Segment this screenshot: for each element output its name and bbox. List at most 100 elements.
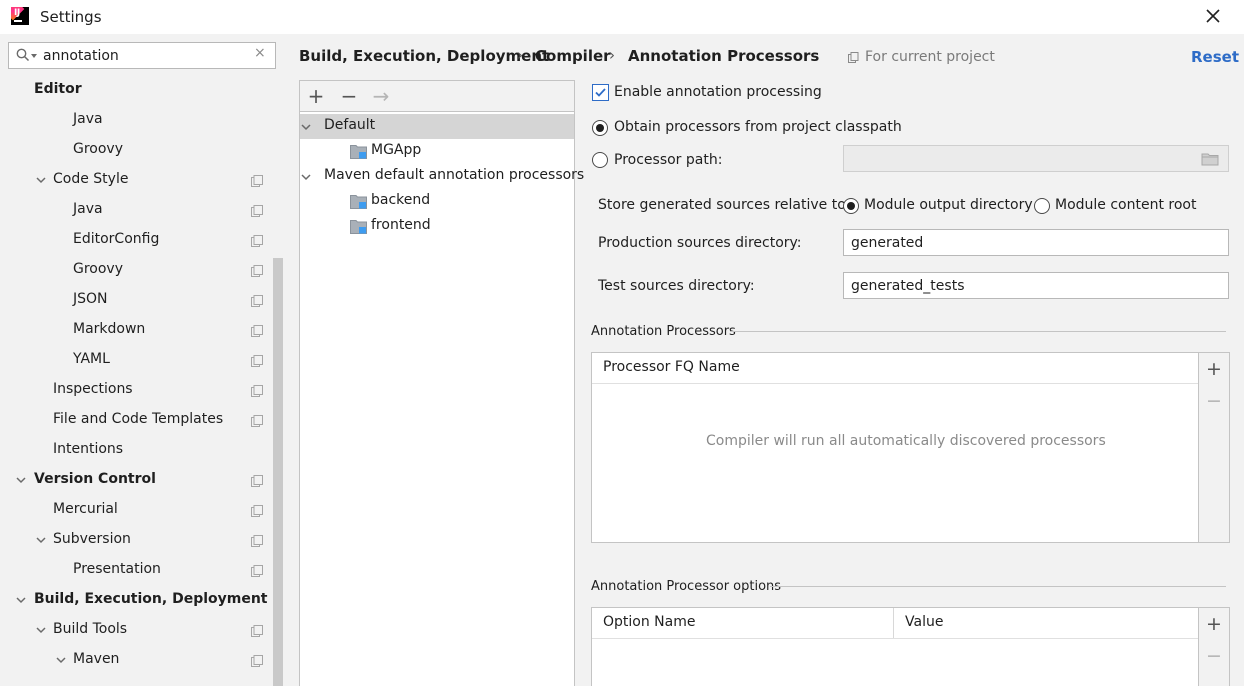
settings-main-panel: Build, Execution, Deployment › Compiler … <box>286 34 1244 686</box>
sidebar-item-label: Version Control <box>34 471 156 487</box>
settings-tree: Editor Java Groovy Code Style Java EditorConf… <box>0 76 272 686</box>
sidebar-item-label: Inspections <box>53 381 133 397</box>
sidebar-item[interactable]: Presentation <box>0 556 272 586</box>
breadcrumb-compiler[interactable]: Compiler <box>535 47 611 65</box>
move-to-profile-button[interactable]: → <box>370 85 392 107</box>
processor-path-radio[interactable] <box>592 152 608 168</box>
sidebar-item[interactable]: Java <box>0 196 272 226</box>
sidebar-item-label: Presentation <box>73 561 161 577</box>
breadcrumb-build-execution-deployment[interactable]: Build, Execution, Deployment <box>299 47 549 65</box>
project-scope-icon <box>251 325 263 337</box>
options-table: Option Name Value <box>591 607 1199 686</box>
sidebar-item[interactable]: Subversion <box>0 526 272 556</box>
profile-group-row[interactable]: Default <box>300 114 574 139</box>
sidebar-item-label: Java <box>73 111 103 127</box>
options-table-header: Option Name Value <box>592 608 1198 639</box>
reset-link[interactable]: Reset <box>1191 48 1239 66</box>
sidebar-scrollbar-thumb[interactable] <box>273 258 283 686</box>
project-scope-icon <box>251 565 263 577</box>
project-scope-icon <box>251 265 263 277</box>
sidebar-item-label: EditorConfig <box>73 231 160 247</box>
breadcrumb-annotation-processors: Annotation Processors <box>628 47 820 65</box>
title-bar: IJ Settings <box>0 0 1244 34</box>
search-input[interactable] <box>43 47 243 65</box>
sidebar-item[interactable]: Java <box>0 106 272 136</box>
checkmark-icon <box>595 88 606 97</box>
profiles-toolbar: + − → <box>300 81 574 112</box>
sidebar-item[interactable]: Version Control <box>0 466 272 496</box>
sidebar-item-label: Mercurial <box>53 501 118 517</box>
processors-table-header: Processor FQ Name <box>592 353 1198 384</box>
module-output-directory-label: Module output directory <box>864 197 1033 213</box>
remove-option-button[interactable]: − <box>1204 646 1224 666</box>
sidebar-item[interactable]: Editor <box>0 76 272 106</box>
settings-sidebar: × Editor Java Groovy Code Style Java EditorCo… <box>0 34 286 686</box>
chevron-down-icon[interactable] <box>15 594 27 606</box>
sidebar-item[interactable]: Groovy <box>0 256 272 286</box>
project-scope-icon <box>251 655 263 667</box>
chevron-down-icon[interactable] <box>35 174 47 186</box>
processors-empty-text: Compiler will run all automatically disc… <box>706 433 1106 449</box>
sidebar-item-label: Build, Execution, Deployment <box>34 591 268 607</box>
module-output-directory-radio[interactable] <box>843 198 859 214</box>
sidebar-item[interactable]: Inspections <box>0 376 272 406</box>
sidebar-item-label: Code Style <box>53 171 129 187</box>
browse-folder-icon[interactable] <box>1201 152 1219 166</box>
chevron-down-icon[interactable] <box>35 534 47 546</box>
processor-path-field[interactable] <box>843 145 1229 172</box>
chevron-down-icon[interactable] <box>15 474 27 486</box>
remove-processor-button[interactable]: − <box>1204 391 1224 411</box>
processors-table: Processor FQ Name Compiler will run all … <box>591 352 1199 543</box>
sidebar-item[interactable]: JSON <box>0 286 272 316</box>
sidebar-item[interactable]: Mercurial <box>0 496 272 526</box>
add-option-button[interactable]: + <box>1204 614 1224 634</box>
module-content-root-label: Module content root <box>1055 197 1197 213</box>
chevron-down-icon[interactable] <box>300 171 312 183</box>
test-sources-field[interactable]: generated_tests <box>843 272 1229 299</box>
profile-module-row[interactable]: MGApp <box>300 139 574 164</box>
sidebar-item[interactable]: Groovy <box>0 136 272 166</box>
project-scope-icon <box>251 205 263 217</box>
chevron-down-icon[interactable] <box>35 624 47 636</box>
settings-search[interactable]: × <box>8 42 276 69</box>
column-separator[interactable] <box>893 608 894 638</box>
sidebar-item[interactable]: File and Code Templates <box>0 406 272 436</box>
project-scope-icon <box>251 415 263 427</box>
enable-annotation-processing-checkbox[interactable] <box>592 84 609 101</box>
sidebar-item[interactable]: Maven <box>0 646 272 676</box>
clear-search-button[interactable]: × <box>254 45 266 61</box>
module-content-root-radio[interactable] <box>1034 198 1050 214</box>
sidebar-item[interactable]: Markdown <box>0 316 272 346</box>
sidebar-item[interactable]: Build, Execution, Deployment <box>0 586 272 616</box>
project-scope-icon <box>251 625 263 637</box>
processor-path-label: Processor path: <box>614 152 723 168</box>
processor-fq-name-column[interactable]: Processor FQ Name <box>603 359 740 375</box>
profile-tree-label: Maven default annotation processors <box>324 167 585 183</box>
profile-module-row[interactable]: backend <box>300 189 574 214</box>
sidebar-item[interactable]: Code Style <box>0 166 272 196</box>
project-scope-icon <box>251 355 263 367</box>
sidebar-item[interactable]: Intentions <box>0 436 272 466</box>
project-scope-icon <box>251 295 263 307</box>
sidebar-item-label: JSON <box>73 291 108 307</box>
profile-tree-label: frontend <box>371 217 431 233</box>
sidebar-item[interactable]: Build Tools <box>0 616 272 646</box>
production-sources-field[interactable]: generated <box>843 229 1229 256</box>
add-profile-button[interactable]: + <box>305 85 327 107</box>
project-scope-icon <box>251 535 263 547</box>
search-history-chevron-icon[interactable] <box>31 54 37 58</box>
option-value-column[interactable]: Value <box>905 614 943 630</box>
breadcrumb-separator: › <box>517 46 523 64</box>
sidebar-item-label: Build Tools <box>53 621 128 637</box>
add-processor-button[interactable]: + <box>1204 359 1224 379</box>
remove-profile-button[interactable]: − <box>338 85 360 107</box>
close-window-button[interactable] <box>1202 5 1224 27</box>
sidebar-item[interactable]: YAML <box>0 346 272 376</box>
chevron-down-icon[interactable] <box>55 654 67 666</box>
obtain-from-classpath-radio[interactable] <box>592 120 608 136</box>
option-name-column[interactable]: Option Name <box>603 614 695 630</box>
chevron-down-icon[interactable] <box>300 121 312 133</box>
profile-group-row[interactable]: Maven default annotation processors <box>300 164 584 189</box>
profile-module-row[interactable]: frontend <box>300 214 574 239</box>
sidebar-item[interactable]: EditorConfig <box>0 226 272 256</box>
